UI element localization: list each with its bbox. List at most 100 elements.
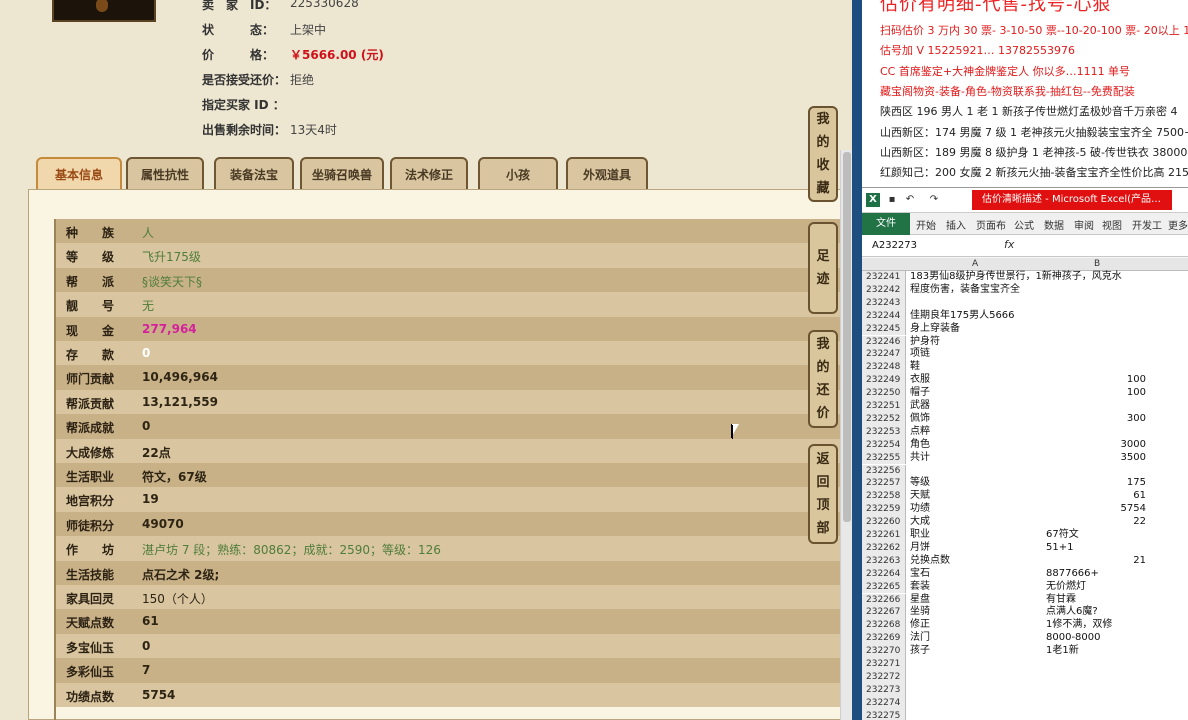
my-favorites-button[interactable]: 我的收藏 [808,106,838,202]
cell-b[interactable]: 100 [1046,387,1146,400]
cell-b[interactable]: 51+1 [1046,542,1146,555]
footprint-button[interactable]: 足迹 [808,222,838,314]
sheet-row[interactable]: 232249 衣服 100 [862,374,1188,388]
tab-3[interactable]: 装备法宝 [214,157,294,191]
cell-a[interactable]: 月饼 [910,542,1046,555]
row-number[interactable]: 232265 [862,580,906,594]
cell-b[interactable]: 67符文 [1046,529,1146,542]
row-number[interactable]: 232248 [862,361,906,375]
row-number[interactable]: 232250 [862,387,906,400]
row-number[interactable]: 232271 [862,658,906,671]
sheet-row[interactable]: 232260 大成 22 [862,516,1188,529]
row-number[interactable]: 232244 [862,309,906,323]
row-number[interactable]: 232254 [862,438,906,452]
row-number[interactable]: 232267 [862,606,906,620]
ribbon-tab[interactable]: 更多 [1168,217,1188,232]
sheet-row[interactable]: 232270 孩子 1老1新 [862,645,1188,658]
row-number[interactable]: 232275 [862,709,906,720]
sheet-row[interactable]: 232252 佩饰 300 [862,412,1188,426]
sheet-row[interactable]: 232242 程度伤害，装备宝宝齐全 [862,283,1188,297]
cell-a[interactable]: 兑换点数 [910,555,1046,568]
cell-a[interactable]: 宝石 [910,568,1046,581]
save-icon[interactable]: ▪ [886,194,898,206]
row-number[interactable]: 232252 [862,412,906,426]
cell-a[interactable]: 武器 [910,400,1046,413]
cell-a[interactable]: 护身符 [910,336,1046,349]
row-number[interactable]: 232249 [862,374,906,388]
sheet-row[interactable]: 232243 [862,296,1188,310]
ribbon-tab[interactable]: 数据 [1044,217,1064,232]
sheet-row[interactable]: 232272 [862,670,1188,684]
sheet-row[interactable]: 232254 角色 3000 [862,438,1188,452]
sheet-row[interactable]: 232248 鞋 [862,361,1188,375]
cell-b[interactable]: 点满人6魔? [1046,606,1146,619]
sheet-row[interactable]: 232273 [862,683,1188,697]
my-offers-button[interactable]: 我的还价 [808,330,838,428]
sheet-row[interactable]: 232267 坐骑 点满人6魔? [862,606,1188,620]
ribbon-tab[interactable]: 公式 [1014,217,1034,232]
cell-a[interactable]: 佳期良年175男人5666 [910,310,1046,323]
cell-b[interactable]: 8000-8000 [1046,632,1146,645]
ribbon-tab[interactable]: 插入 [946,217,966,232]
ribbon-tab[interactable]: 页面布 [976,217,1006,232]
row-number[interactable]: 232272 [862,670,906,684]
sheet-row[interactable]: 232261 职业 67符文 [862,529,1188,542]
sheet-row[interactable]: 232259 功绩 5754 [862,503,1188,517]
ribbon-tab-file[interactable]: 文件 [862,213,910,235]
cell-a[interactable]: 佩饰 [910,413,1046,426]
cell-b[interactable]: 3000 [1046,439,1146,452]
scrollbar-thumb[interactable] [843,152,851,522]
excel-grid[interactable]: 232241 183男仙8级护身传世景行，1新神孩子，风克水 232242 程度伤害，… [862,271,1188,720]
cell-a[interactable]: 角色 [910,439,1046,452]
cell-a[interactable]: 项链 [910,348,1046,361]
sheet-row[interactable]: 232268 修正 1修不满，双修 [862,619,1188,633]
cell-a[interactable]: 套装 [910,581,1046,594]
page-scrollbar[interactable] [840,150,852,720]
row-number[interactable]: 232255 [862,451,906,465]
cell-b[interactable]: 100 [1046,374,1146,387]
tab-6[interactable]: 小孩 [478,157,558,191]
row-number[interactable]: 232242 [862,283,906,297]
sheet-row[interactable]: 232244 佳期良年175男人5666 [862,309,1188,323]
ribbon-tab[interactable]: 开始 [916,217,936,232]
sheet-row[interactable]: 232263 兑换点数 21 [862,554,1188,568]
sheet-row[interactable]: 232241 183男仙8级护身传世景行，1新神孩子，风克水 [862,271,1188,284]
cell-b[interactable]: 1修不满，双修 [1046,619,1146,632]
cell-b[interactable]: 5754 [1046,503,1146,516]
row-number[interactable]: 232268 [862,619,906,633]
row-number[interactable]: 232243 [862,296,906,310]
cell-a[interactable]: 法门 [910,632,1046,645]
cell-b[interactable]: 无价燃灯 [1046,581,1146,594]
column-header-a[interactable]: A [972,259,978,269]
cell-a[interactable]: 天赋 [910,490,1046,503]
row-number[interactable]: 232273 [862,683,906,697]
tab-2[interactable]: 属性抗性 [126,157,204,191]
cell-a[interactable]: 修正 [910,619,1046,632]
sheet-row[interactable]: 232255 共计 3500 [862,451,1188,465]
sheet-row[interactable]: 232246 护身符 [862,335,1188,349]
column-header-b[interactable]: B [1094,259,1100,269]
row-number[interactable]: 232246 [862,335,906,349]
row-number[interactable]: 232253 [862,425,906,439]
sheet-row[interactable]: 232250 帽子 100 [862,387,1188,400]
row-number[interactable]: 232247 [862,348,906,362]
cell-a[interactable]: 等级 [910,477,1046,490]
row-number[interactable]: 232256 [862,464,906,478]
row-number[interactable]: 232262 [862,541,906,555]
name-box[interactable]: A232273 [872,238,952,254]
sheet-row[interactable]: 232266 星盘 有甘霖 [862,593,1188,607]
cell-a[interactable]: 职业 [910,529,1046,542]
sheet-row[interactable]: 232262 月饼 51+1 [862,541,1188,555]
back-to-top-button[interactable]: 返回顶部 [808,444,838,544]
sheet-row[interactable]: 232245 身上穿装备 [862,322,1188,336]
cell-a[interactable]: 共计 [910,452,1046,465]
row-number[interactable]: 232260 [862,516,906,529]
sheet-row[interactable]: 232274 [862,696,1188,710]
sheet-row[interactable]: 232253 点粹 [862,425,1188,439]
sheet-row[interactable]: 232269 法门 8000-8000 [862,632,1188,646]
sheet-row[interactable]: 232265 套装 无价燃灯 [862,580,1188,594]
cell-b[interactable]: 有甘霖 [1046,594,1146,607]
row-number[interactable]: 232241 [862,271,906,284]
fx-icon[interactable]: fx [1004,238,1014,251]
cell-a[interactable]: 程度伤害，装备宝宝齐全 [910,284,1046,297]
